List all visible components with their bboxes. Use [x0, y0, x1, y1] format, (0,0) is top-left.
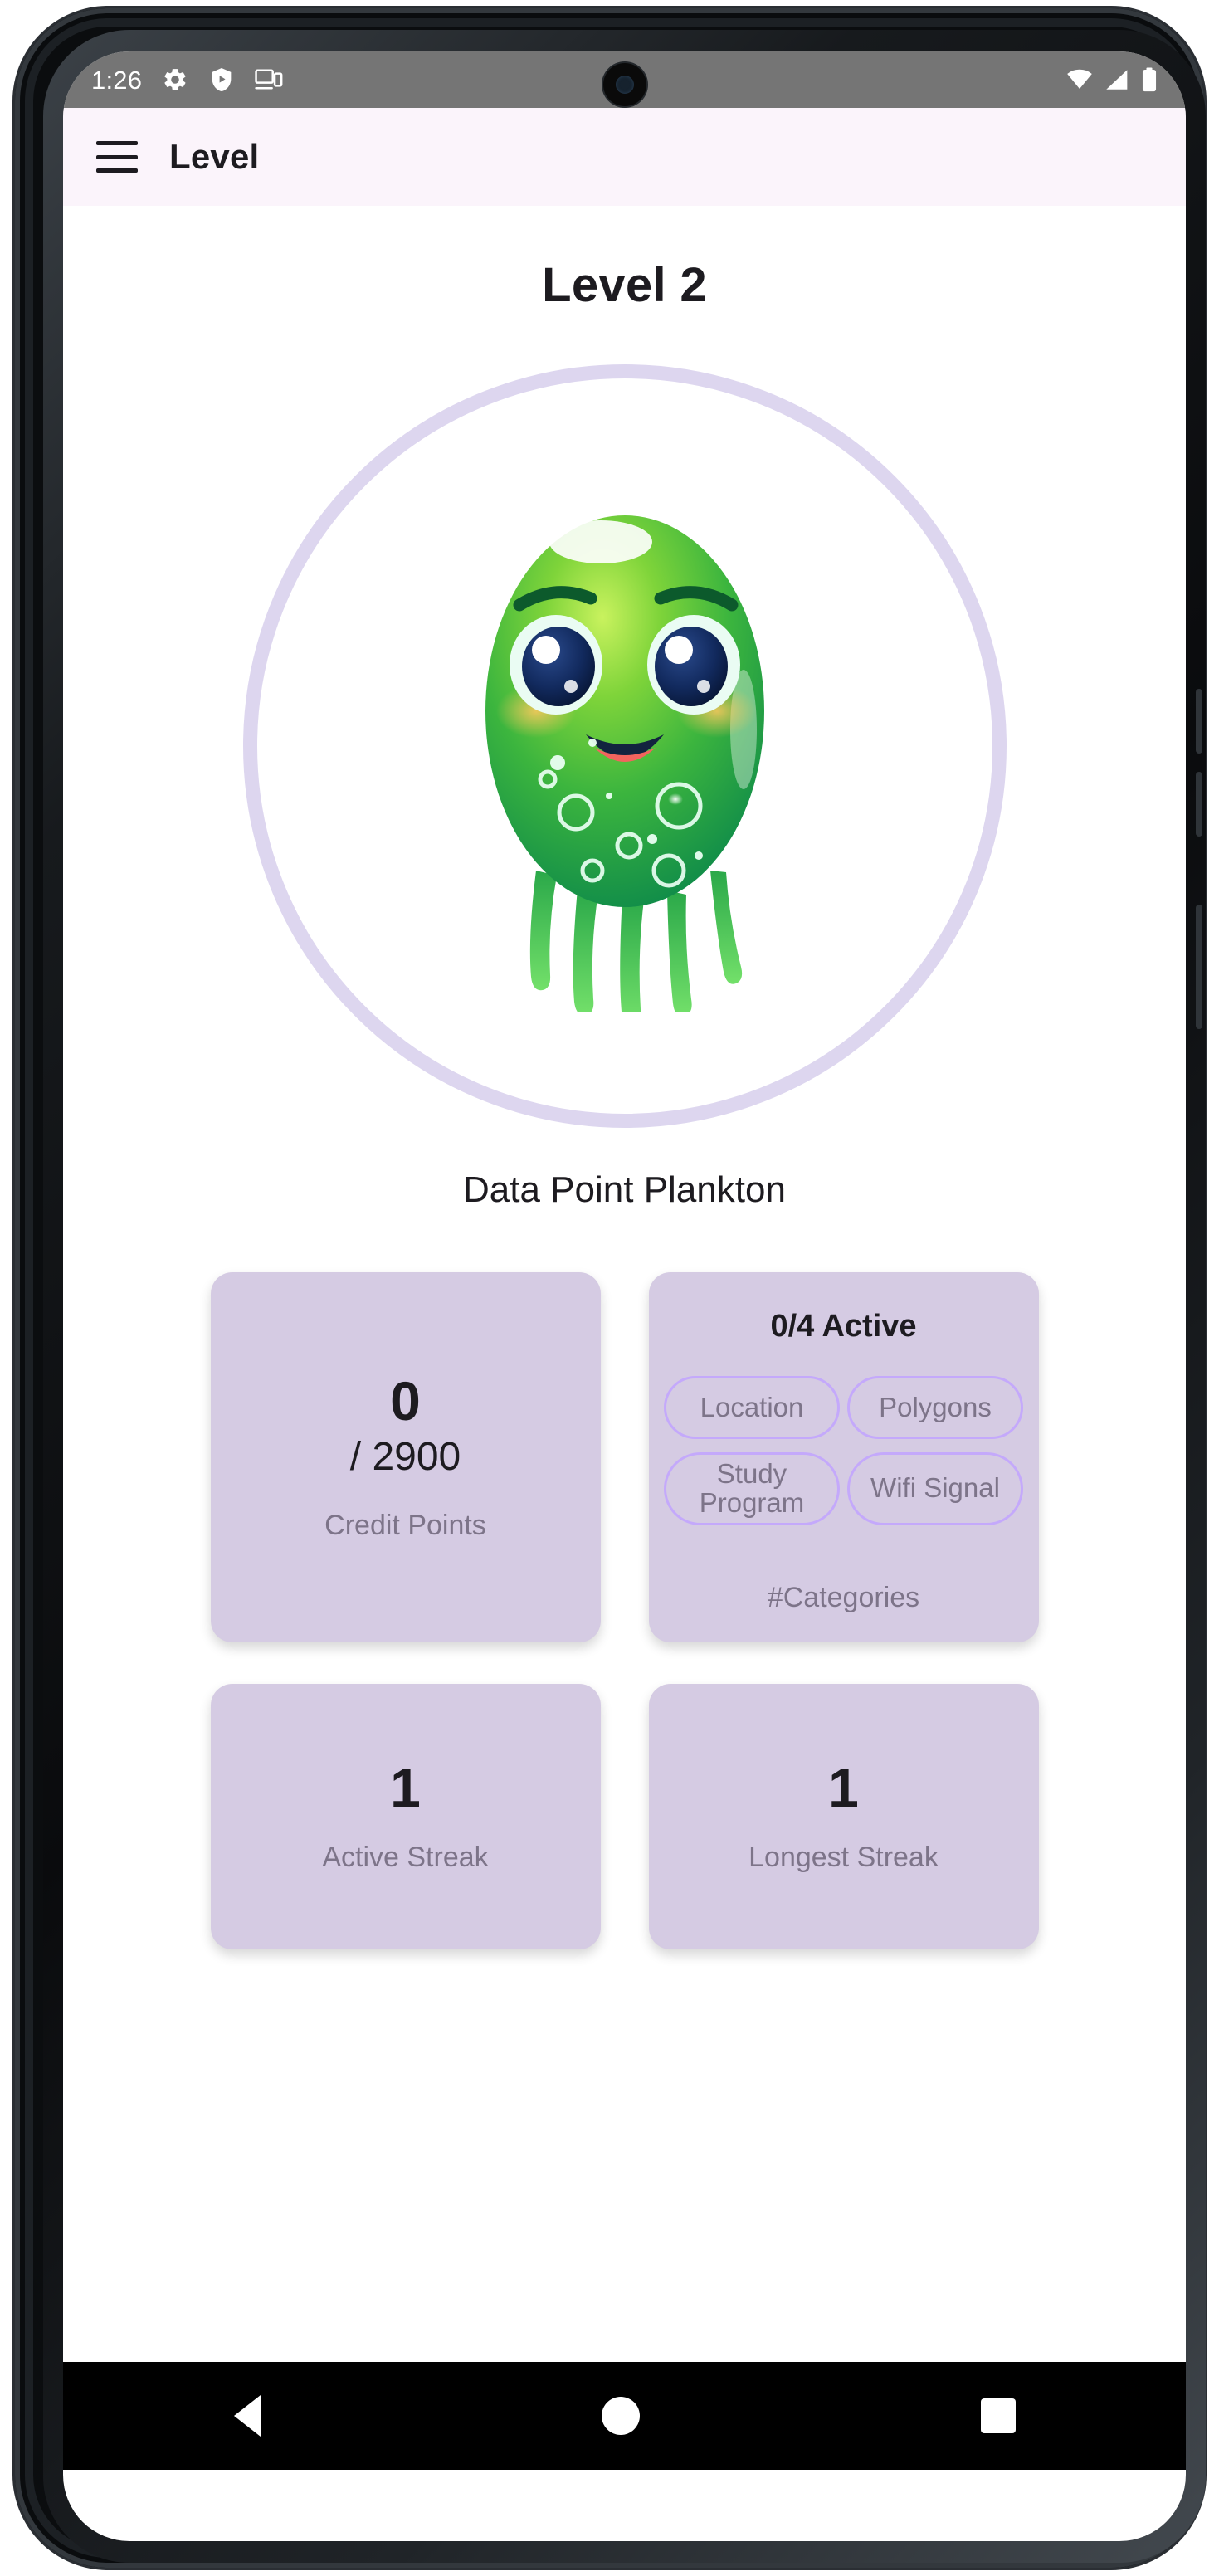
status-bar: 1:26 — [63, 51, 1186, 108]
hamburger-menu-icon[interactable] — [96, 141, 138, 173]
level-page-body: Level 2 Data Point Plankton 0 / 2900 Cre… — [63, 206, 1186, 2362]
volume-up-button[interactable] — [1196, 689, 1202, 754]
credit-points-value: 0 — [390, 1369, 421, 1432]
categories-title: 0/4 Active — [770, 1309, 917, 1344]
back-triangle-icon[interactable] — [233, 2395, 261, 2437]
avatar — [242, 364, 1007, 1128]
categories-card[interactable]: 0/4 Active Location Polygons Study Progr… — [648, 1272, 1039, 1642]
phone-frame: 1:26 Level Level 2 Data Point Plankton 0… — [15, 8, 1206, 2568]
longest-streak-value: 1 — [828, 1756, 859, 1818]
longest-streak-card[interactable]: 1 Longest Streak — [648, 1684, 1039, 1949]
plankton-character-icon — [485, 515, 764, 1012]
shield-play-icon — [212, 68, 232, 91]
volume-down-button[interactable] — [1196, 772, 1202, 837]
wifi-icon — [1067, 69, 1092, 90]
status-time: 1:26 — [91, 65, 143, 95]
longest-streak-label: Longest Streak — [748, 1842, 939, 1874]
cellular-signal-icon — [1106, 70, 1128, 90]
status-bar-left: 1:26 — [91, 66, 283, 93]
power-button[interactable] — [1196, 905, 1202, 1029]
gear-icon — [164, 69, 186, 90]
recent-square-icon[interactable] — [980, 2398, 1016, 2433]
category-chip-study-program[interactable]: Study Program — [664, 1452, 840, 1525]
page-title: Level 2 — [542, 258, 707, 312]
stats-grid: 0 / 2900 Credit Points 0/4 Active Locati… — [63, 1272, 1186, 1949]
category-chip-polygons[interactable]: Polygons — [847, 1376, 1023, 1439]
credit-points-card[interactable]: 0 / 2900 Credit Points — [210, 1272, 601, 1642]
battery-icon — [1142, 67, 1157, 92]
home-circle-icon[interactable] — [601, 2397, 640, 2435]
active-streak-value: 1 — [390, 1756, 421, 1818]
app-bar: Level — [63, 108, 1186, 206]
category-chip-wifi-signal[interactable]: Wifi Signal — [847, 1452, 1023, 1525]
android-nav-bar — [63, 2362, 1186, 2470]
app-bar-title: Level — [169, 137, 260, 176]
status-bar-right — [1066, 67, 1158, 92]
character-name: Data Point Plankton — [463, 1169, 786, 1210]
active-streak-card[interactable]: 1 Active Streak — [210, 1684, 601, 1949]
categories-footer-label: #Categories — [767, 1582, 920, 1613]
active-streak-label: Active Streak — [322, 1842, 489, 1874]
credit-points-target: / 2900 — [349, 1434, 461, 1479]
phone-screen: 1:26 Level Level 2 Data Point Plankton 0… — [63, 51, 1186, 2541]
camera-lens-icon — [615, 76, 634, 94]
category-chips: Location Polygons Study Program Wifi Sig… — [649, 1376, 1039, 1525]
cast-screen-icon — [255, 69, 283, 90]
credit-points-label: Credit Points — [324, 1510, 486, 1542]
category-chip-location[interactable]: Location — [664, 1376, 840, 1439]
front-camera — [602, 63, 646, 106]
